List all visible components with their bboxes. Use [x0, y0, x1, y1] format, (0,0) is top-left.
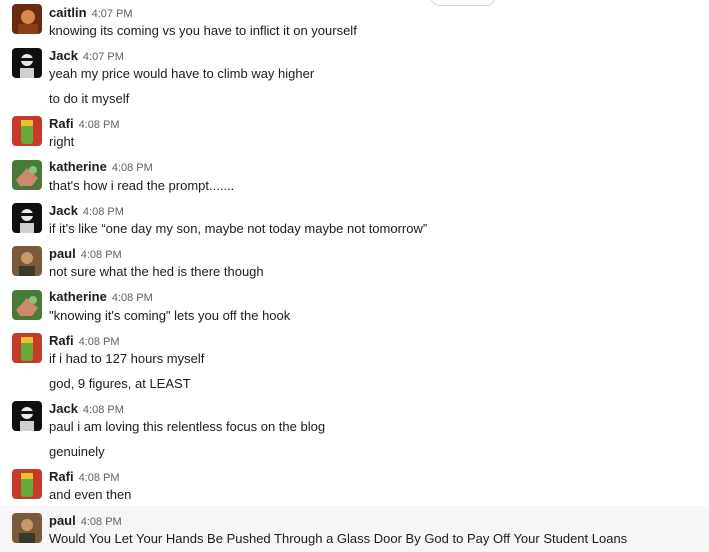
message-text: that's how i read the prompt.......	[49, 178, 235, 193]
avatar[interactable]	[12, 401, 42, 431]
message-text: paul i am loving this relentless focus o…	[49, 419, 326, 434]
avatar[interactable]	[12, 4, 42, 34]
avatar[interactable]	[12, 48, 42, 78]
message-timestamp[interactable]: 4:08 PM	[83, 404, 124, 416]
message-text: and even then	[49, 487, 132, 502]
message-text: yeah my price would have to climb way hi…	[49, 66, 315, 81]
message-text: not sure what the hed is there though	[49, 264, 264, 279]
message-timestamp[interactable]: 4:08 PM	[81, 516, 122, 528]
message-text: genuinely	[49, 444, 105, 459]
message-timestamp[interactable]: 4:07 PM	[92, 8, 133, 20]
message-author[interactable]: paul 4:08 PM	[49, 246, 122, 261]
message-author[interactable]: Jack 4:07 PM	[49, 48, 124, 63]
message-text: if it's like “one day my son, maybe not …	[49, 221, 428, 236]
message-text: right	[49, 134, 75, 149]
avatar[interactable]	[12, 203, 42, 233]
avatar[interactable]	[12, 246, 42, 276]
avatar[interactable]	[12, 116, 42, 146]
message-timestamp[interactable]: 4:08 PM	[81, 249, 122, 261]
message-author[interactable]: caitlin 4:07 PM	[49, 5, 133, 20]
message-timestamp[interactable]: 4:08 PM	[112, 162, 153, 174]
scroll-indicator-pill[interactable]	[430, 0, 496, 6]
avatar[interactable]	[12, 160, 42, 190]
avatar[interactable]	[12, 469, 42, 499]
message-text: to do it myself	[49, 91, 130, 106]
message-text: Would You Let Your Hands Be Pushed Throu…	[49, 531, 628, 546]
message-text: knowing its coming vs you have to inflic…	[49, 23, 357, 38]
message-author[interactable]: Rafi 4:08 PM	[49, 333, 120, 348]
message-author[interactable]: Jack 4:08 PM	[49, 203, 124, 218]
message-text: if i had to 127 hours myself	[49, 351, 205, 366]
message-author[interactable]: Rafi 4:08 PM	[49, 469, 120, 484]
message-author[interactable]: katherine 4:08 PM	[49, 289, 153, 304]
message-text: god, 9 figures, at LEAST	[49, 376, 191, 391]
message-timestamp[interactable]: 4:08 PM	[79, 472, 120, 484]
message-timestamp[interactable]: 4:07 PM	[83, 51, 124, 63]
message-author[interactable]: paul 4:08 PM	[49, 513, 122, 528]
message-author[interactable]: Rafi 4:08 PM	[49, 116, 120, 131]
message-author[interactable]: Jack 4:08 PM	[49, 401, 124, 416]
avatar[interactable]	[12, 513, 42, 543]
message-text: "knowing it's coming" lets you off the h…	[49, 308, 291, 323]
message-timestamp[interactable]: 4:08 PM	[112, 292, 153, 304]
avatar[interactable]	[12, 290, 42, 320]
avatar[interactable]	[12, 333, 42, 363]
message-timestamp[interactable]: 4:08 PM	[79, 336, 120, 348]
message-author[interactable]: katherine 4:08 PM	[49, 159, 153, 174]
message-timestamp[interactable]: 4:08 PM	[79, 119, 120, 131]
message-timestamp[interactable]: 4:08 PM	[83, 206, 124, 218]
